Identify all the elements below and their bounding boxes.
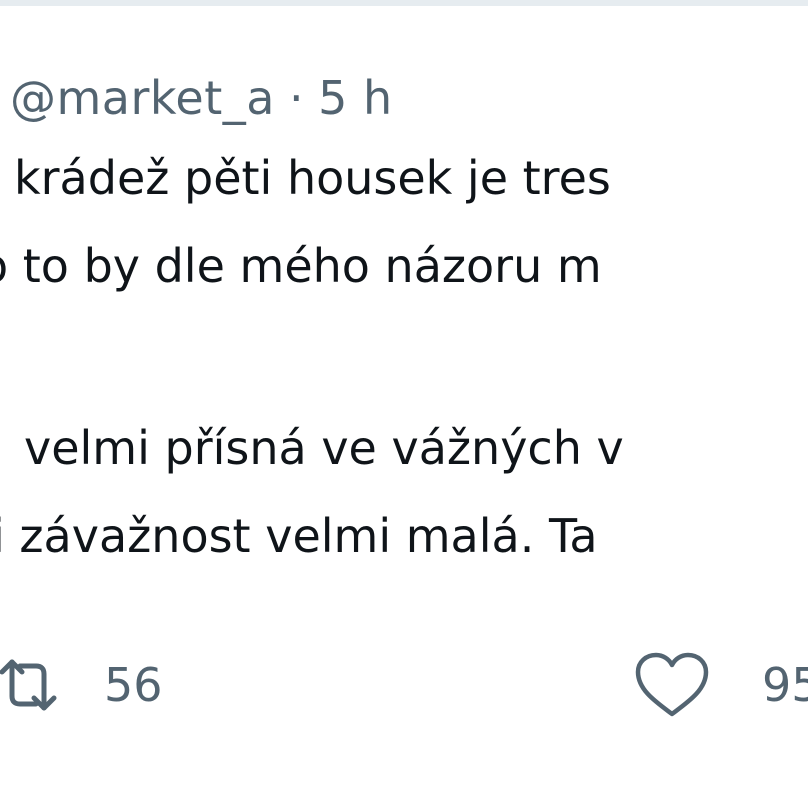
author-handle[interactable]: @market_a [10,71,275,125]
tweet-header: @market_a · 5 h [10,68,393,128]
top-divider [0,0,808,6]
tweet-text-line: i závažnost velmi malá. Ta [0,509,598,563]
tweet-text-line: krádež pěti housek je tres [14,151,611,205]
tweet-viewport: @market_a · 5 h krádež pěti housek je tr… [0,0,808,808]
like-count: 95 [762,658,808,712]
retweet-count: 56 [104,658,163,712]
header-separator: · [288,71,305,125]
heart-icon [635,652,709,717]
tweet-timestamp[interactable]: 5 h [318,71,393,125]
tweet-text-line: o to by dle mého názoru m [0,239,602,293]
tweet-text-line: velmi přísná ve vážných v [24,421,624,475]
retweet-button[interactable]: 56 [0,650,163,720]
retweet-icon [0,659,57,711]
like-button[interactable]: 95 [632,650,808,720]
